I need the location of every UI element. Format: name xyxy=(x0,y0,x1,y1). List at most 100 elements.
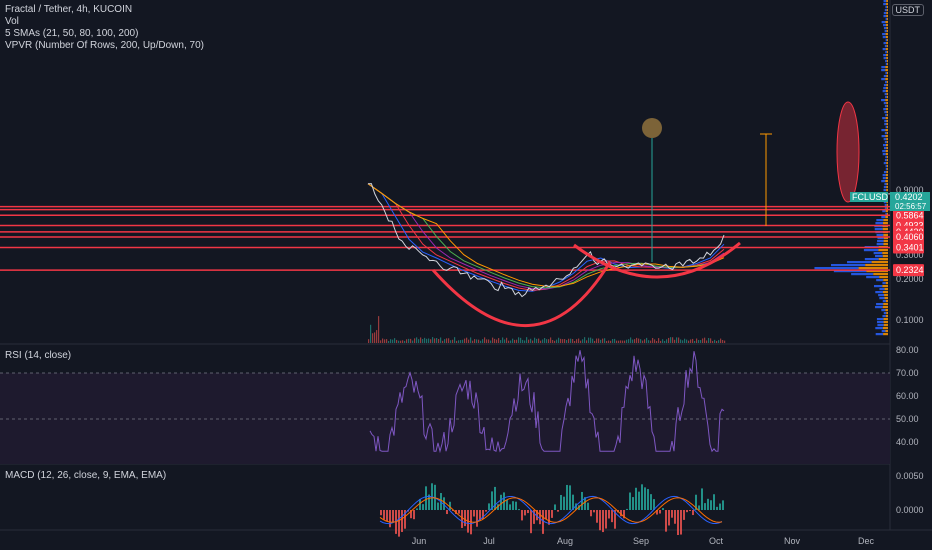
rsi-axis[interactable]: 80.00 70.00 60.00 50.00 40.00 xyxy=(896,345,919,447)
volume-bar xyxy=(562,339,564,343)
macd-bar xyxy=(644,487,646,510)
macd-bar xyxy=(530,510,532,534)
volume-bar xyxy=(400,340,402,343)
volume-bar xyxy=(662,339,664,343)
vpvr-bar-down xyxy=(886,105,888,108)
price-tag-label: 0.3401 xyxy=(896,243,924,253)
macd-bar xyxy=(611,510,613,523)
vpvr-bar-down xyxy=(885,135,888,138)
volume-bar xyxy=(404,340,406,343)
vpvr-bar-down xyxy=(885,117,888,120)
vpvr-bar-down xyxy=(885,315,888,318)
vpvr-bar-up xyxy=(882,150,886,153)
volume-bar xyxy=(484,337,486,343)
vpvr-bar-down xyxy=(886,138,888,141)
vpvr-bar-up xyxy=(882,315,886,318)
time-axis[interactable]: Jun Jul Aug Sep Oct Nov Dec xyxy=(412,536,875,546)
macd-bar xyxy=(722,500,724,510)
volume-bar xyxy=(554,340,556,343)
volume-bar xyxy=(378,316,380,343)
vpvr-bar-up xyxy=(885,51,887,54)
vpvr-bar-up xyxy=(866,276,880,279)
volume-bar xyxy=(708,338,710,343)
macd-bar xyxy=(392,510,394,523)
vpvr-bar-up xyxy=(876,279,884,282)
macd-legend[interactable]: MACD (12, 26, close, 9, EMA, EMA) xyxy=(5,470,166,481)
vpvr-bar-up xyxy=(878,294,885,297)
vpvr-bar-down xyxy=(885,144,888,147)
volume-bar xyxy=(574,340,576,343)
vpvr-bar-down xyxy=(885,180,888,183)
volume-bar xyxy=(716,340,718,343)
volume-bar xyxy=(558,337,560,343)
macd-bar xyxy=(677,510,679,535)
volume-bar xyxy=(390,339,392,343)
macd-bar xyxy=(527,510,529,514)
vpvr-bar-up xyxy=(882,300,886,303)
volume-bar xyxy=(684,338,686,343)
volume-bar xyxy=(434,338,436,343)
vpvr-bar-up xyxy=(885,60,887,63)
volume-bar xyxy=(520,337,522,343)
macd-bar xyxy=(566,484,568,510)
time-tick: Sep xyxy=(633,536,649,546)
vpvr-bar-up xyxy=(885,39,888,42)
volume-bar xyxy=(552,340,554,343)
vpvr-bar-up xyxy=(881,330,886,333)
current-symbol: FCLUSDT xyxy=(852,192,894,202)
volume-bar xyxy=(470,337,472,343)
vpvr-bar-up xyxy=(875,291,883,294)
macd-bar xyxy=(539,510,541,525)
price-tags: 0.67810.64560.58640.49330.44300.40600.34… xyxy=(893,200,924,277)
vpvr-bar-down xyxy=(886,45,888,48)
volume-bar xyxy=(604,338,606,343)
volume-bar xyxy=(530,338,532,343)
macd-bar xyxy=(707,498,709,510)
vpvr-bar-up xyxy=(876,234,884,237)
vpvr-bar-up xyxy=(884,141,887,144)
vpvr-bar-up xyxy=(883,15,887,18)
volume-bar xyxy=(474,339,476,343)
vpvr-bar-down xyxy=(886,132,888,135)
vpvr-bar-up xyxy=(882,117,886,120)
vpvr-bar-up xyxy=(885,126,888,129)
vpvr-bar-down xyxy=(878,249,888,252)
symbol-title[interactable]: Fractal / Tether, 4h, KUCOIN xyxy=(5,4,132,16)
volume-legend[interactable]: Vol xyxy=(5,16,19,28)
vpvr-bar-up xyxy=(883,186,887,189)
sma-legend[interactable]: 5 SMAs (21, 50, 80, 100, 200) xyxy=(5,28,138,40)
volume-bar xyxy=(586,340,588,343)
vpvr-bar-up xyxy=(883,0,887,3)
macd-bar xyxy=(518,509,520,511)
volume-bar xyxy=(706,340,708,343)
vpvr-legend[interactable]: VPVR (Number Of Rows, 200, Up/Down, 70) xyxy=(5,40,204,52)
vpvr-bar-down xyxy=(887,168,888,171)
currency-badge[interactable]: USDT xyxy=(891,4,924,16)
rsi-tick: 50.00 xyxy=(896,414,919,424)
macd-bar xyxy=(542,510,544,534)
trading-chart[interactable]: 0.90000.80000.70000.30000.20000.1000 0.6… xyxy=(0,0,932,550)
vpvr-bar-up xyxy=(882,48,886,51)
vpvr-bar-down xyxy=(886,15,888,18)
vpvr-bar-up xyxy=(883,138,887,141)
vpvr-bar-down xyxy=(886,162,888,165)
volume-bar xyxy=(410,338,412,343)
vpvr-bar-down xyxy=(886,156,888,159)
volume-bar xyxy=(596,338,598,343)
volume-bar xyxy=(504,339,506,343)
macd-axis[interactable]: 0.0050 0.0000 xyxy=(896,471,924,515)
vpvr-bar-up xyxy=(881,135,886,138)
vpvr-bar-up xyxy=(884,183,887,186)
volume-bar xyxy=(514,339,516,343)
volume-bar xyxy=(610,340,612,343)
vpvr-bar-down xyxy=(883,303,888,306)
time-tick: Jul xyxy=(483,536,495,546)
volume-bar xyxy=(414,338,416,343)
vpvr-bar-up xyxy=(875,306,883,309)
volume-bar xyxy=(638,338,640,343)
volume-bar xyxy=(506,337,508,343)
volume-bar xyxy=(494,338,496,343)
rsi-legend[interactable]: RSI (14, close) xyxy=(5,350,71,361)
volume-bar xyxy=(528,339,530,343)
volume-bar xyxy=(370,324,372,343)
